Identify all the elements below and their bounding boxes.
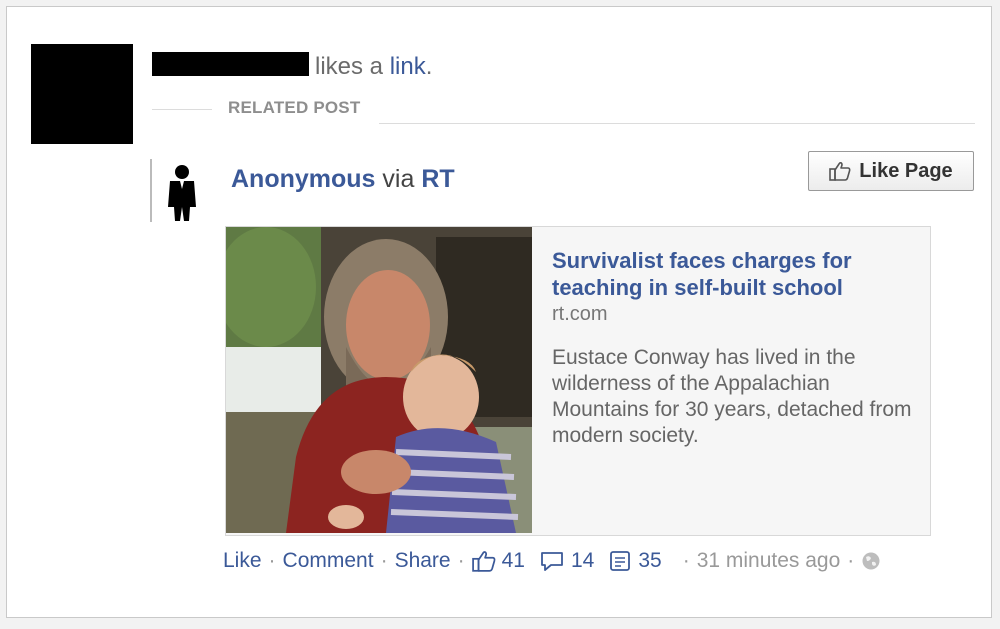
separator: · [847, 549, 855, 572]
separator: · [268, 549, 276, 572]
attachment-title[interactable]: Survivalist faces charges for teaching i… [552, 247, 912, 301]
likes-count-value: 41 [501, 549, 525, 572]
comments-count-value: 14 [570, 549, 595, 572]
link-attachment[interactable]: Survivalist faces charges for teaching i… [225, 226, 931, 536]
attachment-thumbnail[interactable] [226, 227, 532, 533]
shares-count[interactable]: 35 [608, 549, 662, 573]
redacted-profile-picture[interactable] [31, 44, 133, 144]
story-link[interactable]: link [390, 53, 426, 80]
timestamp[interactable]: 31 minutes ago [697, 549, 841, 573]
post-actions-bar: Like · Comment · Share · 41 14 35 · 31 m… [223, 549, 881, 573]
anonymous-silhouette-icon [168, 165, 196, 221]
related-post-label: RELATED POST [228, 98, 361, 117]
post-author-line: Anonymous via RT [231, 165, 455, 194]
attachment-source: rt.com [552, 303, 608, 325]
divider [379, 123, 975, 124]
story-header: likes a link. [315, 53, 432, 81]
globe-icon[interactable] [861, 551, 881, 571]
like-page-button[interactable]: Like Page [808, 151, 974, 191]
share-link[interactable]: Share [395, 549, 451, 573]
story-period: . [425, 53, 433, 80]
separator: · [380, 549, 388, 572]
redacted-user-name[interactable] [152, 52, 309, 76]
news-feed-story: likes a link. RELATED POST Anonymous via… [6, 6, 992, 618]
like-page-label: Like Page [859, 159, 953, 182]
source-page-name[interactable]: RT [421, 165, 454, 193]
via-text: via [382, 165, 415, 193]
separator: · [682, 549, 690, 572]
attachment-description: Eustace Conway has lived in the wilderne… [552, 346, 912, 447]
thumbs-up-icon [471, 551, 496, 572]
share-document-icon [610, 551, 631, 571]
comment-bubble-icon [541, 552, 563, 571]
page-avatar[interactable] [150, 159, 213, 222]
thumbs-up-icon [829, 161, 851, 181]
comment-link[interactable]: Comment [283, 549, 374, 573]
like-link[interactable]: Like [223, 549, 262, 573]
story-action-text: likes a [315, 53, 384, 80]
comments-count[interactable]: 14 [539, 549, 594, 573]
author-name[interactable]: Anonymous [231, 165, 375, 193]
separator: · [457, 549, 465, 572]
photo-man-with-baby [226, 227, 532, 533]
likes-count[interactable]: 41 [471, 549, 525, 573]
shares-count-value: 35 [638, 549, 662, 572]
divider [152, 109, 212, 110]
